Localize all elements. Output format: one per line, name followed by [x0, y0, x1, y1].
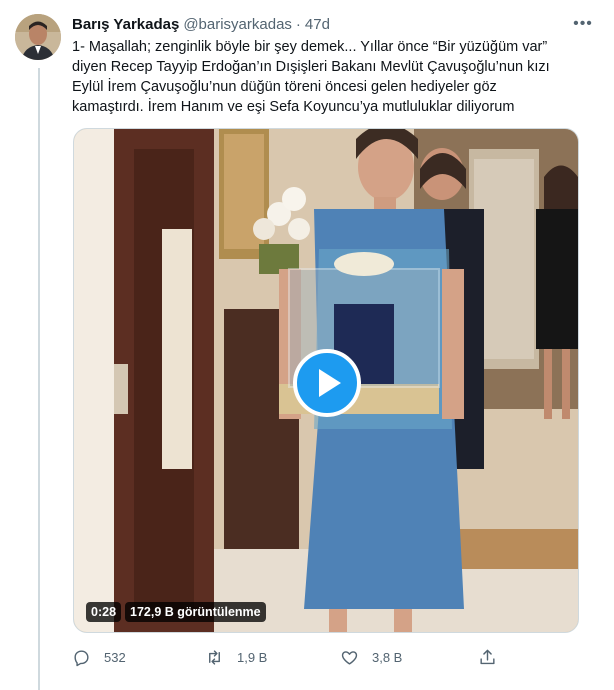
reply-icon [74, 649, 89, 666]
retweet-button[interactable]: 1,9 B [205, 648, 267, 667]
video-player[interactable]: 0:28 172,9 B görüntülenme [73, 128, 579, 633]
retweet-icon [209, 649, 220, 665]
tweet-actions: 532 1,9 B 3,8 B [72, 644, 502, 670]
like-count: 3,8 B [372, 649, 403, 665]
play-button[interactable] [293, 349, 361, 417]
reply-count: 532 [104, 649, 126, 665]
separator-dot: · [295, 15, 301, 33]
heart-icon [341, 650, 358, 665]
author-name[interactable]: Barış Yarkadaş [72, 16, 179, 33]
tweet-text: 1- Maşallah; zenginlik böyle bir şey dem… [72, 39, 550, 115]
like-button[interactable]: 3,8 B [340, 648, 402, 667]
video-meta: 0:28 172,9 B görüntülenme [86, 602, 266, 622]
play-icon [319, 369, 341, 397]
tweet-header: Barış Yarkadaş @barisyarkadas · 47d ••• [72, 13, 594, 35]
video-duration: 0:28 [86, 602, 122, 622]
reply-button[interactable]: 532 [72, 648, 126, 667]
more-horizontal-icon[interactable]: ••• [572, 13, 594, 35]
video-view-count: 172,9 B görüntülenme [125, 602, 266, 622]
avatar[interactable] [15, 14, 61, 60]
thread-line [38, 68, 40, 690]
share-icon [480, 649, 495, 664]
author-handle[interactable]: @barisyarkadas [183, 16, 292, 33]
timestamp[interactable]: 47d [305, 16, 330, 33]
share-button[interactable] [478, 648, 510, 667]
retweet-count: 1,9 B [237, 649, 268, 665]
